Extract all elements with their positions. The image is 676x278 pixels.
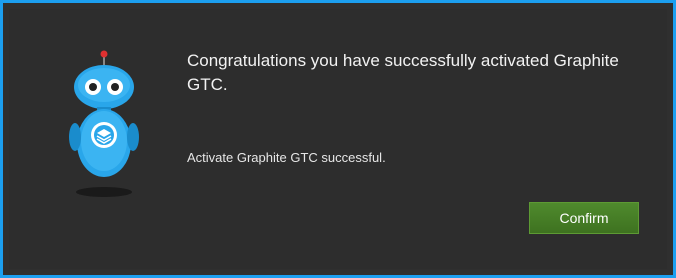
robot-mascot-icon [69,50,139,197]
activation-dialog: Congratulations you have successfully ac… [0,0,676,278]
dialog-title: Congratulations you have successfully ac… [187,51,619,94]
dialog-content: Congratulations you have successfully ac… [9,9,667,269]
confirm-button[interactable]: Confirm [529,202,639,234]
dialog-detail-text: Activate Graphite GTC successful. [187,150,386,165]
